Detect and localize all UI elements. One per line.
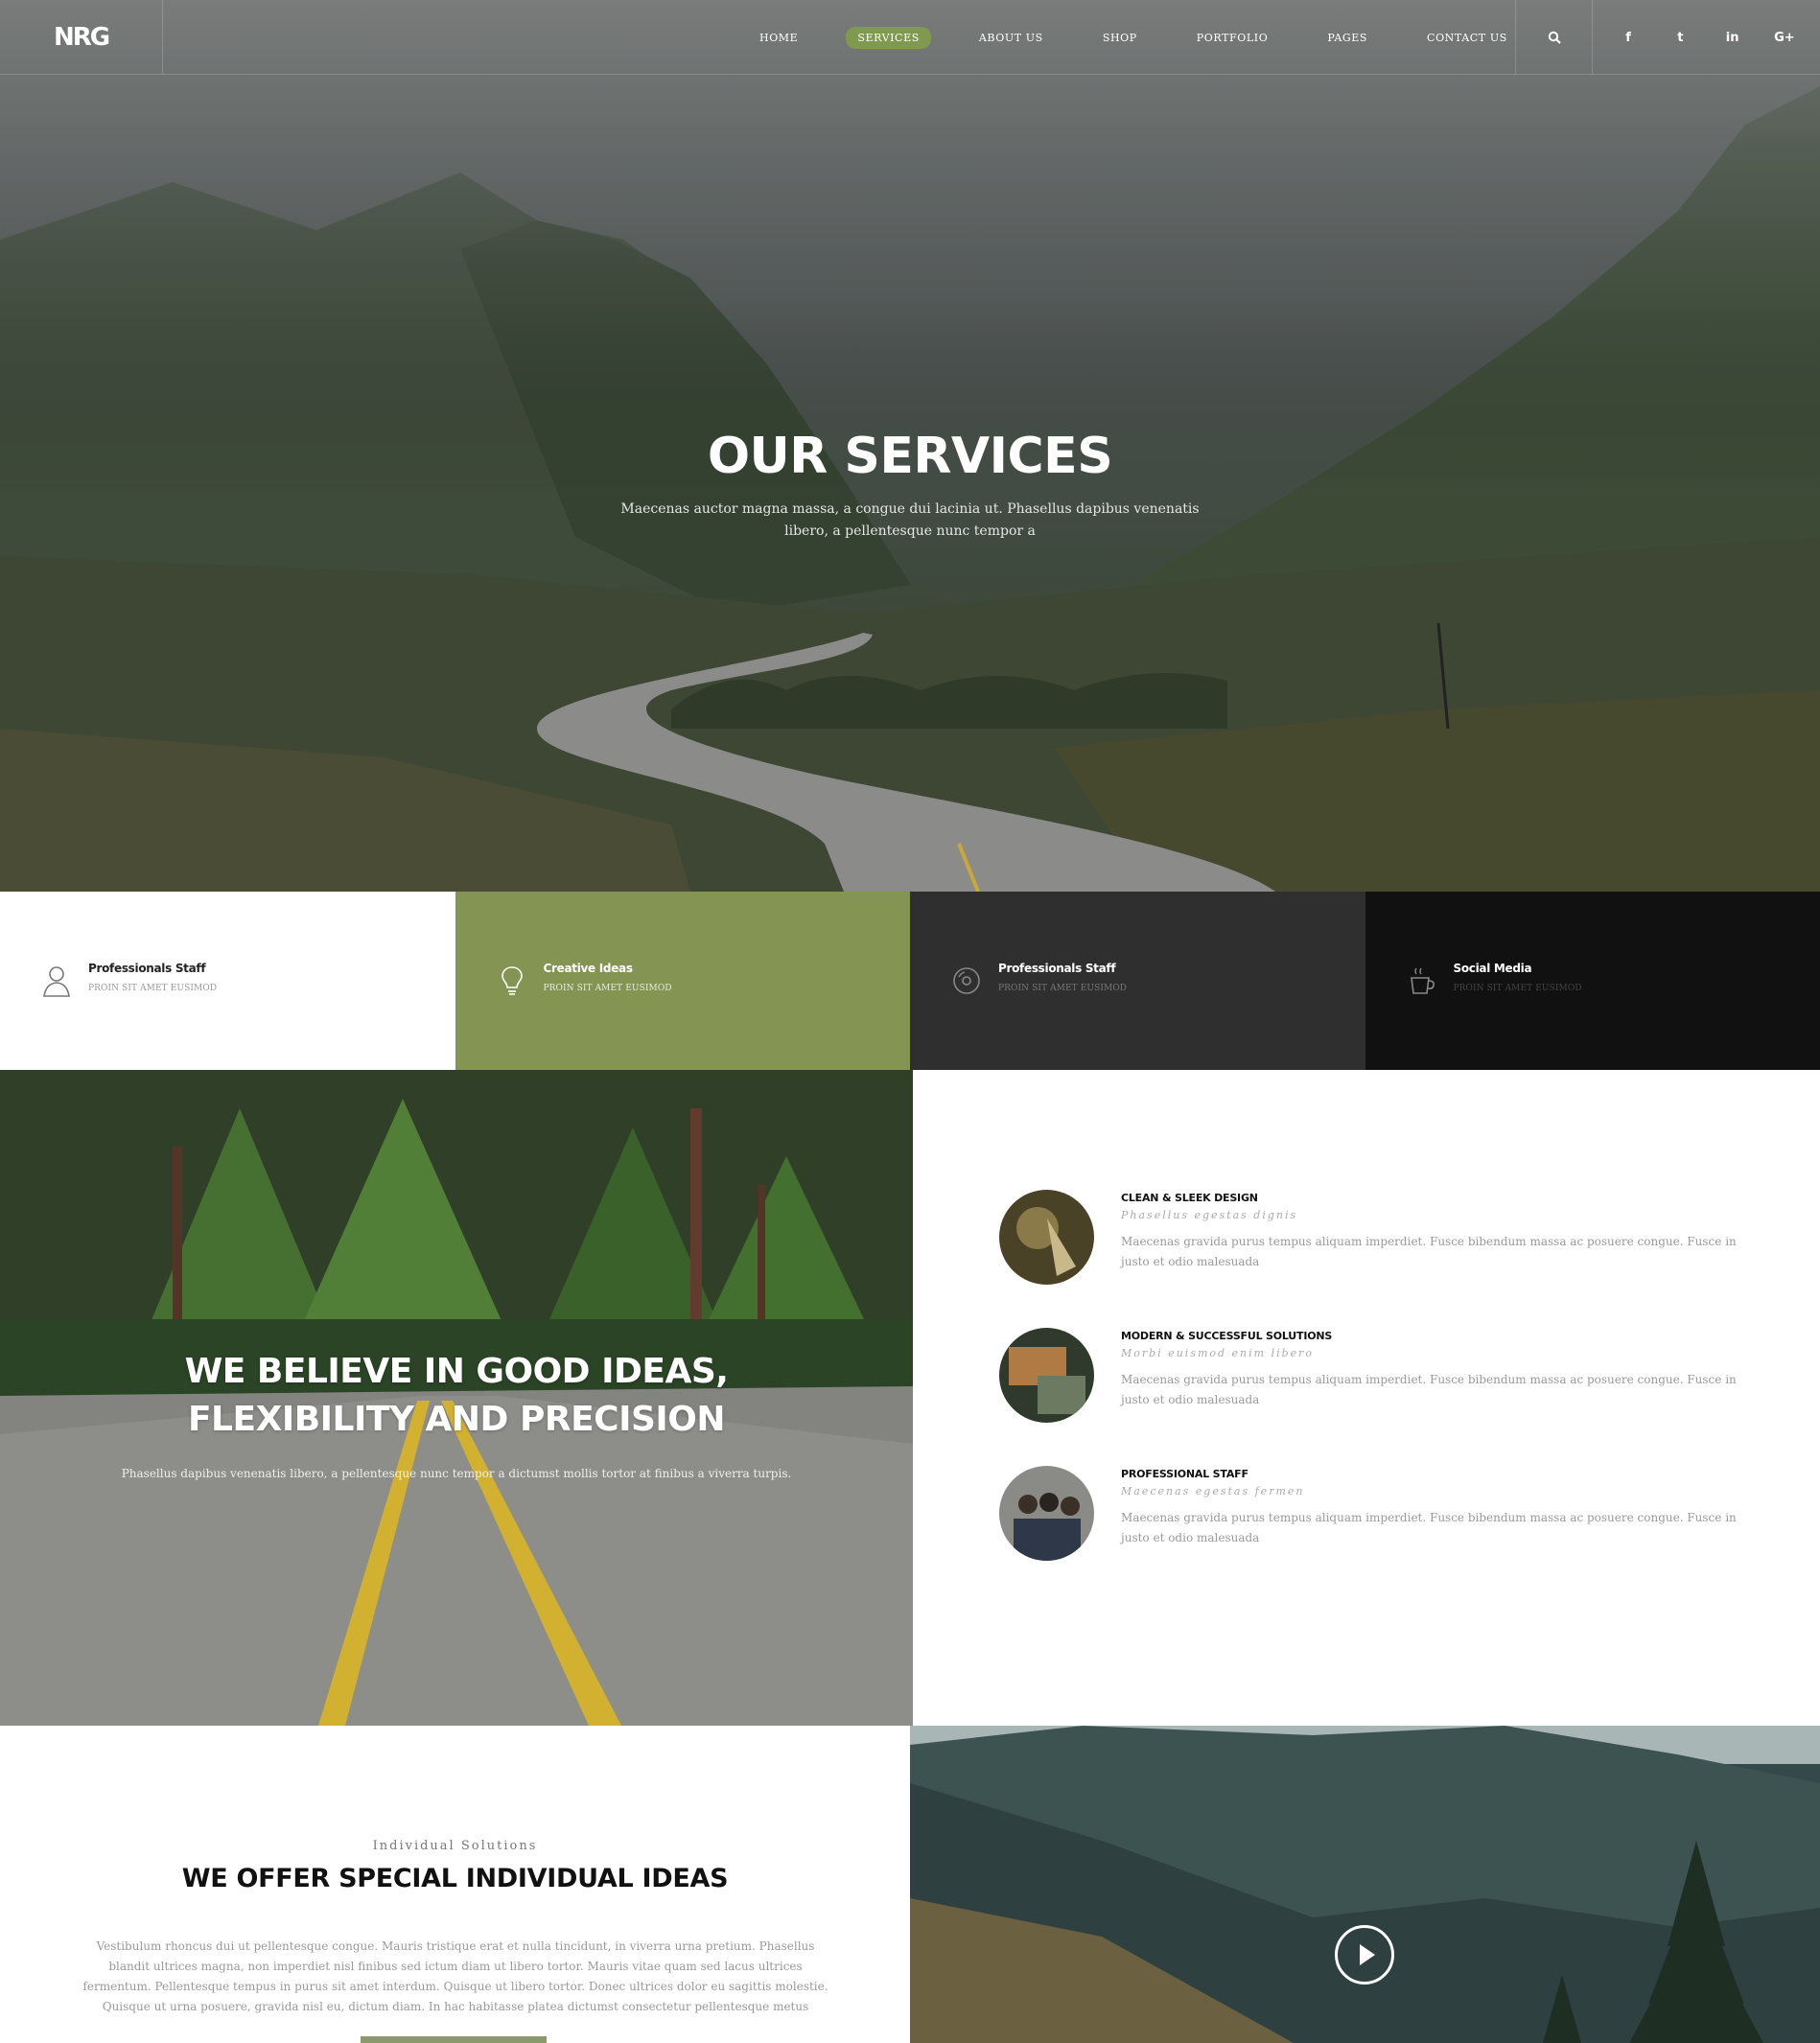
feature-strip: Professionals Staff PROIN SIT AMET EUSIM… [0, 892, 1820, 1070]
offer-text: Vestibulum rhoncus dui ut pellentesque c… [82, 1939, 828, 2013]
tile-subtitle: PROIN SIT AMET EUSIMOD [543, 984, 672, 993]
hero-section: NRG HOME SERVICES ABOUT US SHOP PORTFOLI… [0, 0, 1820, 892]
tile-subtitle: PROIN SIT AMET EUSIMOD [88, 984, 218, 993]
feature-item: CLEAN & SLEEK DESIGN Phasellus egestas d… [999, 1190, 1747, 1286]
tile-title: Professionals Staff [88, 962, 206, 975]
features-list: CLEAN & SLEEK DESIGN Phasellus egestas d… [913, 1070, 1820, 1726]
believe-subtitle: Phasellus dapibus venenatis libero, a pe… [121, 1467, 792, 1480]
page-title: OUR SERVICES [707, 428, 1113, 485]
search-button[interactable] [1515, 0, 1592, 75]
google-plus-icon[interactable]: G+ [1767, 31, 1802, 45]
feature-tile-professionals-staff-2[interactable]: Professionals Staff PROIN SIT AMET EUSIM… [910, 892, 1365, 1070]
feature-tile-creative-ideas[interactable]: Creative Ideas PROIN SIT AMET EUSIMOD [455, 892, 910, 1070]
hero-subtitle: Maecenas auctor magna massa, a congue du… [620, 501, 1200, 539]
logo[interactable]: NRG [0, 0, 163, 75]
nav-services[interactable]: SERVICES [846, 26, 931, 49]
feature-subtitle: Maecenas egestas fermen [1121, 1485, 1305, 1497]
nav-portfolio[interactable]: PORTFOLIO [1185, 27, 1280, 49]
feature-subtitle: Phasellus egestas dignis [1121, 1209, 1298, 1221]
linkedin-icon[interactable]: in [1715, 31, 1750, 45]
offer-title: WE OFFER SPECIAL INDIVIDUAL IDEAS [181, 1864, 729, 1893]
feature-item: PROFESSIONAL STAFF Maecenas egestas ferm… [999, 1466, 1747, 1562]
offer-section: Individual Solutions WE OFFER SPECIAL IN… [0, 1726, 910, 2043]
feature-tile-social-media[interactable]: Social Media PROIN SIT AMET EUSIMOD [1365, 892, 1820, 1070]
feature-image-modern-solutions [999, 1328, 1094, 1423]
feature-title: MODERN & SUCCESSFUL SOLUTIONS [1121, 1330, 1333, 1342]
nav-shop[interactable]: SHOP [1091, 27, 1149, 49]
feature-image-professional-staff [999, 1466, 1094, 1561]
coffee-cup-icon [1410, 967, 1435, 994]
nav-home[interactable]: HOME [748, 27, 809, 49]
search-icon [1548, 31, 1561, 44]
feature-item: MODERN & SUCCESSFUL SOLUTIONS Morbi euis… [999, 1328, 1747, 1424]
video-section [910, 1726, 1820, 2043]
tile-title: Creative Ideas [543, 962, 633, 975]
twitter-icon[interactable]: t [1663, 31, 1697, 45]
feature-image-clean-design [999, 1190, 1094, 1285]
tile-subtitle: PROIN SIT AMET EUSIMOD [1453, 984, 1582, 993]
tile-title: Professionals Staff [998, 962, 1116, 975]
believe-title-line-2: FLEXIBILITY AND PRECISION [187, 1400, 726, 1439]
facebook-icon[interactable]: f [1611, 31, 1645, 45]
tile-title: Social Media [1453, 962, 1532, 975]
feature-text: Maecenas gravida purus tempus aliquam im… [1121, 1511, 1737, 1544]
social-links: f t in G+ [1592, 0, 1820, 75]
mountain-image [910, 1726, 1820, 2043]
user-icon [43, 966, 70, 997]
believe-title: WE BELIEVE IN GOOD IDEAS, FLEXIBILITY AN… [0, 1348, 913, 1444]
believe-section: WE BELIEVE IN GOOD IDEAS, FLEXIBILITY AN… [0, 1070, 913, 1726]
nav-pages[interactable]: PAGES [1316, 27, 1379, 49]
offer-button[interactable] [361, 2036, 547, 2043]
play-video-button[interactable] [1335, 1925, 1394, 1985]
nav-about-us[interactable]: ABOUT US [968, 27, 1055, 49]
main-nav: HOME SERVICES ABOUT US SHOP PORTFOLIO PA… [748, 0, 1555, 75]
lightbulb-icon [501, 966, 523, 995]
feature-text: Maecenas gravida purus tempus aliquam im… [1121, 1235, 1737, 1268]
disc-icon [953, 967, 980, 994]
believe-title-line-1: WE BELIEVE IN GOOD IDEAS, [184, 1352, 729, 1391]
nav-contact-us[interactable]: CONTACT US [1415, 27, 1519, 49]
top-navigation-bar: NRG HOME SERVICES ABOUT US SHOP PORTFOLI… [0, 0, 1820, 75]
feature-subtitle: Morbi euismod enim libero [1121, 1347, 1315, 1359]
feature-title: PROFESSIONAL STAFF [1121, 1468, 1248, 1480]
feature-text: Maecenas gravida purus tempus aliquam im… [1121, 1373, 1737, 1406]
offer-kicker: Individual Solutions [372, 1839, 538, 1853]
feature-title: CLEAN & SLEEK DESIGN [1121, 1192, 1258, 1204]
feature-tile-professionals-staff[interactable]: Professionals Staff PROIN SIT AMET EUSIM… [0, 892, 455, 1070]
tile-subtitle: PROIN SIT AMET EUSIMOD [998, 984, 1128, 993]
